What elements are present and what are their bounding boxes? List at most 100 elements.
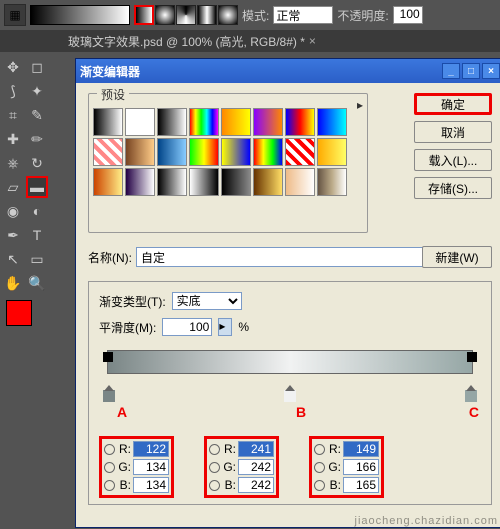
diamond-gradient-icon[interactable]	[218, 5, 238, 25]
color-stop-c[interactable]	[465, 390, 477, 402]
radio-r[interactable]	[314, 444, 325, 455]
history-brush-icon[interactable]: ↻	[26, 152, 48, 174]
minimize-icon[interactable]: _	[442, 63, 460, 79]
gradient-preset[interactable]	[221, 108, 251, 136]
gradient-preset[interactable]	[285, 138, 315, 166]
gradient-tool-icon[interactable]: ▬	[26, 176, 48, 198]
path-tool-icon[interactable]: ↖	[2, 248, 24, 270]
type-tool-icon[interactable]: T	[26, 224, 48, 246]
shape-tool-icon[interactable]: ▭	[26, 248, 48, 270]
percent-label: %	[238, 320, 249, 334]
gradient-preset[interactable]	[189, 168, 219, 196]
g-input-b[interactable]	[238, 459, 274, 475]
hand-tool-icon[interactable]: ✋	[2, 272, 24, 294]
new-button[interactable]: 新建(W)	[422, 246, 492, 268]
gradient-preset[interactable]	[285, 108, 315, 136]
foreground-color-swatch[interactable]	[6, 300, 32, 326]
gradient-preset[interactable]	[253, 138, 283, 166]
g-input-a[interactable]	[133, 459, 169, 475]
gradient-preset[interactable]	[157, 138, 187, 166]
b-input-b[interactable]	[238, 477, 274, 493]
radio-b[interactable]	[314, 480, 325, 491]
name-label: 名称(N):	[88, 249, 132, 266]
opacity-input[interactable]: 100	[393, 6, 423, 24]
move-tool-icon[interactable]: ✥	[2, 56, 24, 78]
g-input-c[interactable]	[343, 459, 379, 475]
color-stop-b[interactable]	[284, 390, 296, 402]
gradient-preview[interactable]	[30, 5, 130, 25]
close-window-icon[interactable]: ×	[482, 63, 500, 79]
gradient-preset[interactable]	[221, 138, 251, 166]
radio-b[interactable]	[104, 480, 115, 491]
wand-tool-icon[interactable]: ✦	[26, 80, 48, 102]
radial-gradient-icon[interactable]	[155, 5, 175, 25]
gradient-preset[interactable]	[221, 168, 251, 196]
gradient-editor-dialog: 渐变编辑器 _ □ × 预设 ▸ 确定 取消 载入(L)... 存储(S)...…	[75, 58, 500, 528]
pen-tool-icon[interactable]: ✒	[2, 224, 24, 246]
gradient-preset[interactable]	[317, 138, 347, 166]
cancel-button[interactable]: 取消	[414, 121, 492, 143]
ok-button[interactable]: 确定	[414, 93, 492, 115]
gradient-preset[interactable]	[125, 138, 155, 166]
b-input-a[interactable]	[133, 477, 169, 493]
linear-gradient-icon[interactable]	[134, 5, 154, 25]
gradient-preset[interactable]	[317, 108, 347, 136]
gradient-preset[interactable]	[157, 108, 187, 136]
gradient-preset[interactable]	[253, 168, 283, 196]
save-button[interactable]: 存储(S)...	[414, 177, 492, 199]
angle-gradient-icon[interactable]	[176, 5, 196, 25]
b-input-c[interactable]	[343, 477, 379, 493]
dialog-titlebar[interactable]: 渐变编辑器 _ □ ×	[76, 59, 500, 83]
color-swatches[interactable]	[2, 300, 48, 342]
gradient-preset[interactable]	[189, 138, 219, 166]
smoothness-input[interactable]	[162, 318, 212, 336]
r-input-c[interactable]	[343, 441, 379, 457]
gradient-preset[interactable]	[157, 168, 187, 196]
gradient-preset[interactable]	[317, 168, 347, 196]
radio-r[interactable]	[209, 444, 220, 455]
blend-mode-select[interactable]: 正常	[273, 6, 333, 24]
radio-g[interactable]	[209, 462, 220, 473]
r-input-b[interactable]	[238, 441, 274, 457]
crop-tool-icon[interactable]: ⌗	[2, 104, 24, 126]
eraser-tool-icon[interactable]: ▱	[2, 176, 24, 198]
brush-tool-icon[interactable]: ✏	[26, 128, 48, 150]
gradient-preset[interactable]	[253, 108, 283, 136]
opacity-stop-left[interactable]	[103, 352, 113, 362]
opacity-stop-right[interactable]	[467, 352, 477, 362]
close-icon[interactable]: ×	[309, 34, 316, 48]
tool-preset-icon[interactable]: ▦	[4, 4, 26, 26]
heal-tool-icon[interactable]: ✚	[2, 128, 24, 150]
smoothness-stepper-icon[interactable]: ▸	[218, 318, 232, 336]
gradient-bar[interactable]: A B C	[99, 350, 481, 410]
dodge-tool-icon[interactable]: ◐	[26, 200, 48, 222]
presets-menu-icon[interactable]: ▸	[357, 98, 363, 112]
gradient-strip[interactable]	[107, 350, 473, 374]
gradient-preset[interactable]	[93, 108, 123, 136]
gradient-preset[interactable]	[93, 168, 123, 196]
zoom-tool-icon[interactable]: 🔍	[26, 272, 48, 294]
radio-g[interactable]	[104, 462, 115, 473]
gradient-preset[interactable]	[285, 168, 315, 196]
document-tab[interactable]: 玻璃文字效果.psd @ 100% (高光, RGB/8#) * ×	[60, 31, 324, 52]
gradient-type-select[interactable]: 实底	[172, 292, 242, 310]
document-tab-bar: 玻璃文字效果.psd @ 100% (高光, RGB/8#) * ×	[0, 30, 500, 52]
maximize-icon[interactable]: □	[462, 63, 480, 79]
radio-b[interactable]	[209, 480, 220, 491]
presets-panel: 预设 ▸	[88, 93, 368, 233]
r-input-a[interactable]	[133, 441, 169, 457]
eyedropper-tool-icon[interactable]: ✎	[26, 104, 48, 126]
radio-r[interactable]	[104, 444, 115, 455]
stamp-tool-icon[interactable]: ⎈	[2, 152, 24, 174]
color-stop-a[interactable]	[103, 390, 115, 402]
gradient-preset[interactable]	[125, 108, 155, 136]
load-button[interactable]: 载入(L)...	[414, 149, 492, 171]
lasso-tool-icon[interactable]: ⟆	[2, 80, 24, 102]
gradient-preset[interactable]	[93, 138, 123, 166]
radio-g[interactable]	[314, 462, 325, 473]
blur-tool-icon[interactable]: ◉	[2, 200, 24, 222]
reflected-gradient-icon[interactable]	[197, 5, 217, 25]
gradient-preset[interactable]	[125, 168, 155, 196]
gradient-preset[interactable]	[189, 108, 219, 136]
marquee-tool-icon[interactable]: ◻	[26, 56, 48, 78]
